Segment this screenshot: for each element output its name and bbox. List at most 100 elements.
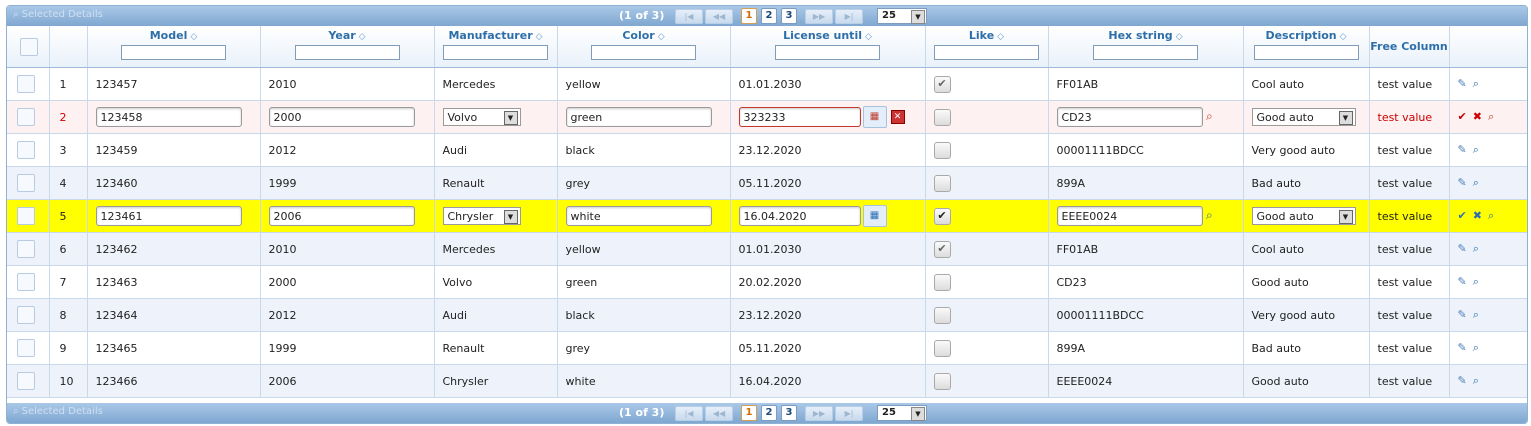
calendar-icon[interactable]: ▦ xyxy=(862,205,887,227)
like-checkbox[interactable] xyxy=(933,273,951,291)
license-edit-input[interactable]: 16.04.2020 xyxy=(738,206,861,226)
column-manufacturer[interactable]: Manufacturer ◇ xyxy=(434,26,558,68)
table-row[interactable]: 9 123465 1999 Renault grey 05.11.2020 89… xyxy=(7,331,1527,365)
selected-details-button[interactable]: ⌕ Selected Details xyxy=(13,9,103,20)
column-color[interactable]: Color ◇ xyxy=(557,26,731,68)
magnifier-icon[interactable]: ⌕ xyxy=(1488,110,1494,123)
edit-pencil-icon[interactable]: ✎ xyxy=(1458,308,1467,321)
row-checkbox[interactable] xyxy=(17,75,35,93)
row-checkbox[interactable] xyxy=(17,207,35,225)
column-like[interactable]: Like ◇ xyxy=(925,26,1049,68)
row-checkbox[interactable] xyxy=(17,273,35,291)
hex-edit-input[interactable]: EEEE0024 xyxy=(1056,206,1203,226)
magnifier-icon[interactable]: ⌕ xyxy=(1206,109,1213,123)
description-select[interactable]: Good auto ▼ xyxy=(1251,207,1356,225)
like-checkbox[interactable] xyxy=(933,339,951,357)
year-edit-input[interactable]: 2006 xyxy=(268,206,415,226)
color-edit-input[interactable]: green xyxy=(565,107,712,127)
cancel-x-icon[interactable]: ✖ xyxy=(1473,110,1482,123)
row-checkbox[interactable] xyxy=(17,339,35,357)
cancel-x-icon[interactable]: ✖ xyxy=(1473,209,1482,222)
select-all-checkbox[interactable] xyxy=(19,38,38,56)
filter-year-input[interactable] xyxy=(294,45,400,60)
color-edit-input[interactable]: white xyxy=(565,206,712,226)
edit-pencil-icon[interactable]: ✎ xyxy=(1458,275,1467,288)
edit-pencil-icon[interactable]: ✎ xyxy=(1458,374,1467,387)
like-checkbox[interactable] xyxy=(933,306,951,324)
filter-color-input[interactable] xyxy=(591,45,696,60)
column-license[interactable]: License until ◇ xyxy=(730,26,926,68)
like-checkbox[interactable]: ✔ xyxy=(933,240,951,258)
row-checkbox[interactable] xyxy=(17,174,35,192)
license-edit-input[interactable]: 323233 xyxy=(738,107,861,127)
edit-pencil-icon[interactable]: ✎ xyxy=(1458,143,1467,156)
first-page-button[interactable]: |◀ xyxy=(675,9,703,24)
table-row[interactable]: 7 123463 2000 Volvo green 20.02.2020 CD2… xyxy=(7,265,1527,299)
like-checkbox[interactable] xyxy=(933,174,951,192)
table-row[interactable]: 3 123459 2012 Audi black 23.12.2020 0000… xyxy=(7,133,1527,167)
like-checkbox[interactable] xyxy=(933,372,951,390)
model-edit-input[interactable]: 123458 xyxy=(95,107,242,127)
row-checkbox[interactable] xyxy=(17,108,35,126)
save-check-icon[interactable]: ✔ xyxy=(1458,209,1467,222)
filter-model-input[interactable] xyxy=(121,45,226,60)
edit-pencil-icon[interactable]: ✎ xyxy=(1458,77,1467,90)
row-checkbox[interactable] xyxy=(17,141,35,159)
error-close-icon[interactable]: ✕ xyxy=(890,110,905,124)
next-page-button[interactable]: ▶▶ xyxy=(805,9,833,24)
magnifier-icon[interactable]: ⌕ xyxy=(1473,374,1479,387)
like-checkbox[interactable] xyxy=(933,141,951,159)
table-row-editing-error[interactable]: 2 123458 2000 Volvo ▼ green 323233 ▦ ✕ CD23… xyxy=(7,100,1527,134)
magnifier-icon[interactable]: ⌕ xyxy=(1488,209,1494,222)
edit-pencil-icon[interactable]: ✎ xyxy=(1458,341,1467,354)
filter-hex-input[interactable] xyxy=(1093,45,1198,60)
manufacturer-select[interactable]: Volvo ▼ xyxy=(442,108,521,126)
description-select[interactable]: Good auto ▼ xyxy=(1251,108,1356,126)
magnifier-icon[interactable]: ⌕ xyxy=(1473,242,1479,255)
first-page-button[interactable]: |◀ xyxy=(675,406,703,421)
page-3-button[interactable]: 3 xyxy=(781,405,797,421)
table-row[interactable]: 4 123460 1999 Renault grey 05.11.2020 89… xyxy=(7,166,1527,200)
magnifier-icon[interactable]: ⌕ xyxy=(1473,308,1479,321)
page-2-button[interactable]: 2 xyxy=(761,8,777,24)
like-checkbox[interactable]: ✔ xyxy=(933,75,951,93)
like-checkbox[interactable]: ✔ xyxy=(933,207,951,225)
column-description[interactable]: Description ◇ xyxy=(1243,26,1370,68)
year-edit-input[interactable]: 2000 xyxy=(268,107,415,127)
magnifier-icon[interactable]: ⌕ xyxy=(1206,208,1213,222)
magnifier-icon[interactable]: ⌕ xyxy=(1473,275,1479,288)
page-1-button[interactable]: 1 xyxy=(741,8,757,24)
prev-page-button[interactable]: ◀◀ xyxy=(705,9,733,24)
edit-pencil-icon[interactable]: ✎ xyxy=(1458,242,1467,255)
edit-pencil-icon[interactable]: ✎ xyxy=(1458,176,1467,189)
last-page-button[interactable]: ▶| xyxy=(835,9,863,24)
table-row-editing[interactable]: 5 123461 2006 Chrysler ▼ white 16.04.2020… xyxy=(7,199,1527,233)
table-row[interactable]: 10 123466 2006 Chrysler white 16.04.2020… xyxy=(7,364,1527,398)
table-row[interactable]: 6 123462 2010 Mercedes yellow 01.01.2030… xyxy=(7,232,1527,266)
page-2-button[interactable]: 2 xyxy=(761,405,777,421)
row-checkbox[interactable] xyxy=(17,240,35,258)
page-size-select[interactable]: 25 ▼ xyxy=(877,405,927,421)
prev-page-button[interactable]: ◀◀ xyxy=(705,406,733,421)
model-edit-input[interactable]: 123461 xyxy=(95,206,242,226)
page-3-button[interactable]: 3 xyxy=(781,8,797,24)
magnifier-icon[interactable]: ⌕ xyxy=(1473,176,1479,189)
page-1-button[interactable]: 1 xyxy=(741,405,757,421)
next-page-button[interactable]: ▶▶ xyxy=(805,406,833,421)
calendar-icon[interactable]: ▦ xyxy=(862,106,887,128)
filter-license-input[interactable] xyxy=(775,45,880,60)
table-row[interactable]: 1 123457 2010 Mercedes yellow 01.01.2030… xyxy=(7,67,1527,101)
column-year[interactable]: Year ◇ xyxy=(260,26,435,68)
magnifier-icon[interactable]: ⌕ xyxy=(1473,77,1479,90)
filter-description-input[interactable] xyxy=(1253,45,1359,60)
hex-edit-input[interactable]: CD23 xyxy=(1056,107,1203,127)
filter-manufacturer-input[interactable] xyxy=(443,45,548,60)
manufacturer-select[interactable]: Chrysler ▼ xyxy=(442,207,521,225)
page-size-select[interactable]: 25 ▼ xyxy=(877,8,927,24)
like-checkbox[interactable] xyxy=(933,108,951,126)
filter-like-input[interactable] xyxy=(934,45,1039,60)
last-page-button[interactable]: ▶| xyxy=(835,406,863,421)
row-checkbox[interactable] xyxy=(17,306,35,324)
column-model[interactable]: Model ◇ xyxy=(87,26,261,68)
column-hex[interactable]: Hex string ◇ xyxy=(1048,26,1244,68)
